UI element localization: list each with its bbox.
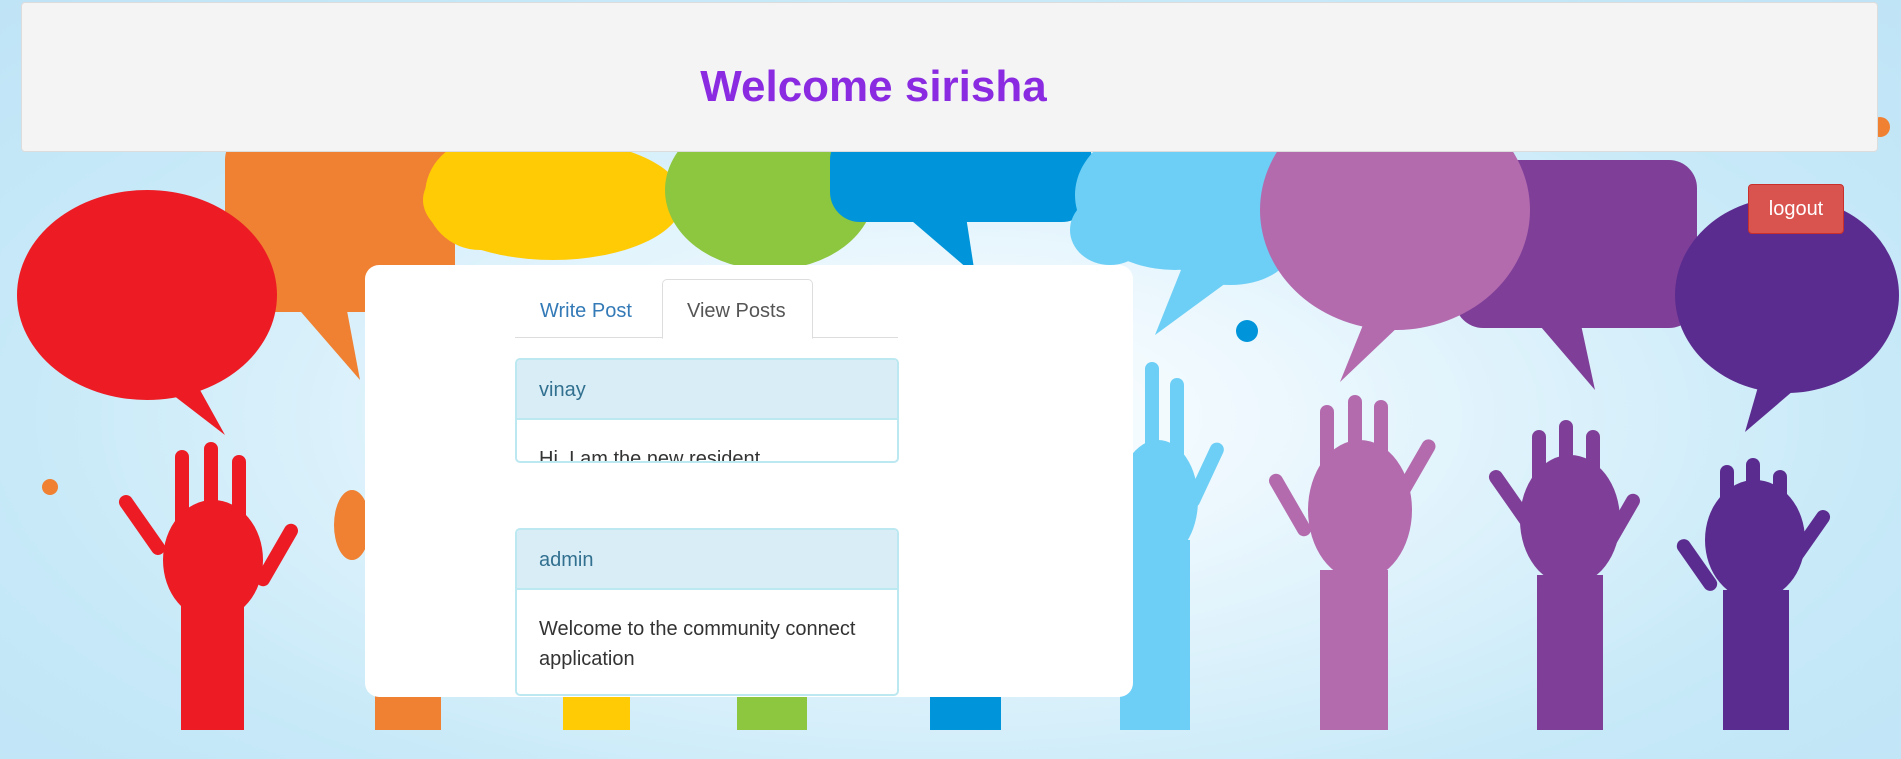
post-message: Welcome to the community connect applica…: [539, 618, 856, 670]
tab-write-post[interactable]: Write Post: [515, 279, 661, 339]
raised-hand-icon: [1676, 458, 1831, 730]
post-message: Hi ,I am the new resident: [539, 448, 761, 463]
logout-button[interactable]: logout: [1748, 184, 1844, 234]
posts-card: Write Post View Posts vinay Hi ,I am the…: [365, 265, 1133, 697]
page-title: Welcome sirisha: [700, 62, 1047, 111]
raised-hand-icon: [118, 442, 298, 730]
decorative-dot: [42, 479, 58, 495]
raised-hand-icon: [1488, 420, 1640, 730]
post-author: admin: [517, 530, 897, 590]
raised-hand-icon: [1118, 362, 1224, 730]
speech-bubble-icon: [17, 190, 277, 435]
post-tabs: Write Post View Posts: [515, 279, 898, 339]
raised-hand-icon: [1269, 395, 1436, 730]
decorative-dot: [1236, 320, 1258, 342]
post-author: vinay: [517, 360, 897, 420]
tab-view-posts[interactable]: View Posts: [662, 279, 813, 339]
post-panel: admin Welcome to the community connect a…: [515, 528, 899, 696]
post-panel: vinay Hi ,I am the new resident: [515, 358, 899, 463]
speech-bubble-icon: [423, 140, 683, 260]
header-bar: Welcome sirisha: [21, 2, 1878, 152]
page: Welcome sirisha logout Write Post View P…: [0, 0, 1901, 759]
